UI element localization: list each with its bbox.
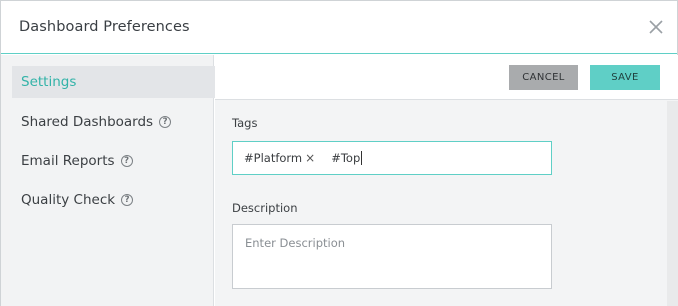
settings-form: Tags #Platform × #Top Description — [215, 101, 667, 306]
sidebar-item-label: Settings — [21, 74, 77, 90]
tags-input[interactable]: #Platform × #Top — [232, 141, 552, 175]
preferences-dialog: Dashboard Preferences Settings Shared Da… — [0, 0, 678, 306]
sidebar-item-quality-check[interactable]: Quality Check ? — [12, 184, 224, 216]
sidebar-item-label: Quality Check — [21, 192, 116, 208]
close-icon[interactable] — [646, 17, 666, 37]
description-field[interactable] — [232, 224, 552, 289]
sidebar-item-shared-dashboards[interactable]: Shared Dashboards ? — [12, 106, 224, 138]
tags-label: Tags — [232, 116, 258, 130]
help-icon[interactable]: ? — [120, 155, 133, 167]
cancel-button[interactable]: CANCEL — [509, 65, 578, 90]
tag-typed-text[interactable]: #Top — [331, 151, 360, 165]
sidebar-item-settings[interactable]: Settings — [12, 66, 224, 98]
tag-remove-icon[interactable]: × — [305, 151, 315, 165]
text-caret — [361, 151, 363, 165]
help-icon[interactable]: ? — [121, 194, 134, 206]
toolbar: CANCEL SAVE — [215, 55, 678, 100]
save-button[interactable]: SAVE — [590, 65, 660, 90]
dialog-title: Dashboard Preferences — [19, 19, 190, 35]
settings-panel: CANCEL SAVE Tags #Platform × #Top Descri… — [215, 55, 678, 306]
sidebar: Settings Shared Dashboards ? Email Repor… — [1, 55, 224, 306]
sidebar-item-email-reports[interactable]: Email Reports ? — [12, 145, 224, 177]
scrollbar[interactable] — [667, 101, 678, 306]
sidebar-item-label: Email Reports — [21, 153, 115, 169]
tag-chip: #Platform × — [244, 151, 315, 165]
description-label: Description — [232, 201, 298, 215]
sidebar-item-label: Shared Dashboards — [21, 114, 154, 130]
dialog-header: Dashboard Preferences — [1, 1, 677, 54]
tag-chip-label: #Platform — [244, 151, 303, 165]
help-icon[interactable]: ? — [159, 116, 172, 128]
